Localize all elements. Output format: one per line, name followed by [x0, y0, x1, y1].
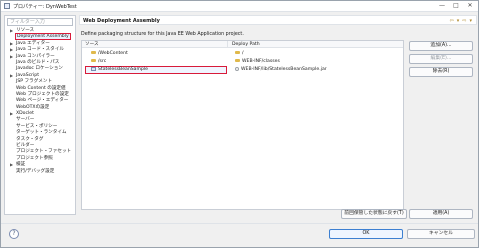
page-nav: ⇦ ▾ ⇨ ▾ — [450, 18, 472, 24]
main-pane: Web Deployment Assembly ⇦ ▾ ⇨ ▾ Define p… — [79, 15, 477, 219]
table-row[interactable]: /src WEB-INF/classes — [82, 58, 403, 66]
close-button[interactable]: ✕ — [464, 2, 476, 10]
maximize-button[interactable]: □ — [450, 2, 462, 10]
restore-defaults-button[interactable]: 前回保管した状態に戻す(T) — [341, 209, 407, 219]
folder-icon — [91, 59, 96, 62]
back-arrow-icon[interactable]: ⇦ — [450, 18, 454, 24]
folder-icon — [235, 59, 240, 62]
app-icon — [4, 3, 10, 9]
edit-button[interactable]: 編集(E)... — [409, 54, 473, 64]
table-row[interactable]: /WebContent / — [82, 50, 403, 58]
apply-button[interactable]: 適用(A) — [409, 209, 473, 219]
back-menu-icon[interactable]: ▾ — [457, 18, 460, 24]
title-bar: プロパティー: DynWebTest — □ ✕ — [1, 1, 478, 12]
ok-button[interactable]: OK — [329, 229, 403, 239]
preference-tree-pane: フィルター入力 ▶ リソース Deployment Assembly ▶ Java … — [4, 15, 76, 215]
tree-item-run-debug-settings[interactable]: 実行/デバッグ設定 — [5, 169, 75, 175]
deployment-table: ソース Deploy Path /WebContent / /src WEB-I… — [81, 40, 404, 210]
cancel-button[interactable]: キャンセル — [407, 229, 475, 239]
preference-tree: ▶ リソース Deployment Assembly ▶ Java エディター ▶ J… — [5, 28, 75, 175]
column-header-source[interactable]: ソース — [82, 41, 228, 48]
properties-dialog: プロパティー: DynWebTest — □ ✕ フィルター入力 ▶ リソース D… — [0, 0, 479, 248]
project-icon — [91, 66, 96, 71]
help-icon[interactable]: ? — [9, 229, 19, 239]
window-title: プロパティー: DynWebTest — [13, 3, 77, 10]
folder-icon — [91, 51, 96, 54]
column-header-deploy-path[interactable]: Deploy Path — [229, 41, 403, 48]
folder-icon — [235, 51, 240, 54]
page-title: Web Deployment Assembly — [83, 18, 160, 24]
table-row-selected[interactable]: StatelessBeanSample WEB-INF/lib/Stateles… — [82, 66, 403, 74]
page-header: Web Deployment Assembly ⇦ ▾ ⇨ ▾ — [79, 15, 477, 25]
table-header: ソース Deploy Path — [82, 41, 403, 48]
jar-icon — [235, 66, 239, 71]
add-button[interactable]: 追加(A)... — [409, 41, 473, 51]
filter-input[interactable]: フィルター入力 — [7, 18, 73, 26]
forward-menu-icon[interactable]: ▾ — [469, 18, 472, 24]
forward-arrow-icon[interactable]: ⇨ — [462, 18, 466, 24]
minimize-button[interactable]: — — [436, 2, 448, 10]
page-description: Define packaging structure for this Java… — [81, 32, 244, 37]
footer-divider — [1, 223, 478, 224]
remove-button[interactable]: 除去(R) — [409, 67, 473, 77]
